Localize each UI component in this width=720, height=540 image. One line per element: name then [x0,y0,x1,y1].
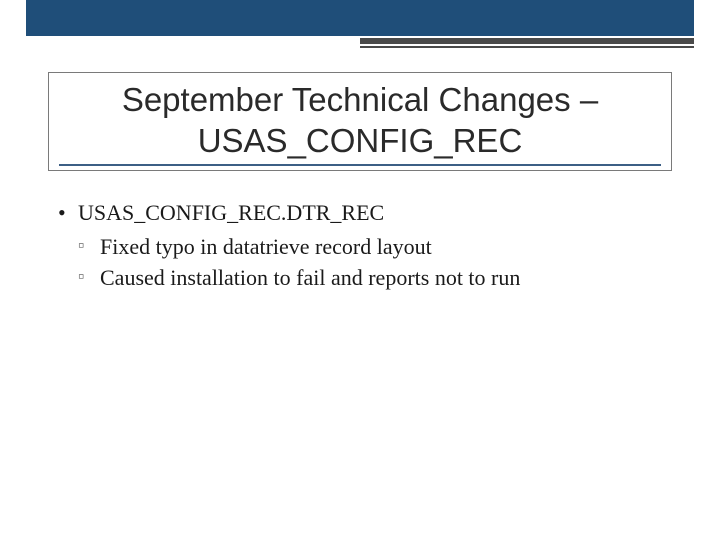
list-item: USAS_CONFIG_REC.DTR_REC [58,198,672,228]
list-subitem-label: Fixed typo in datatrieve record layout [100,234,432,259]
list-subitem: Fixed typo in datatrieve record layout [78,232,672,262]
header-underline-thin [360,46,694,48]
list-item-label: USAS_CONFIG_REC.DTR_REC [78,200,384,225]
slide-title: September Technical Changes – USAS_CONFI… [59,79,661,166]
list-subitem: Caused installation to fail and reports … [78,263,672,293]
title-box: September Technical Changes – USAS_CONFI… [48,72,672,171]
header-bar [26,0,694,36]
body-content: USAS_CONFIG_REC.DTR_REC Fixed typo in da… [58,198,672,295]
slide: September Technical Changes – USAS_CONFI… [0,0,720,540]
list-subitem-label: Caused installation to fail and reports … [100,265,520,290]
header-underline-thick [360,38,694,44]
